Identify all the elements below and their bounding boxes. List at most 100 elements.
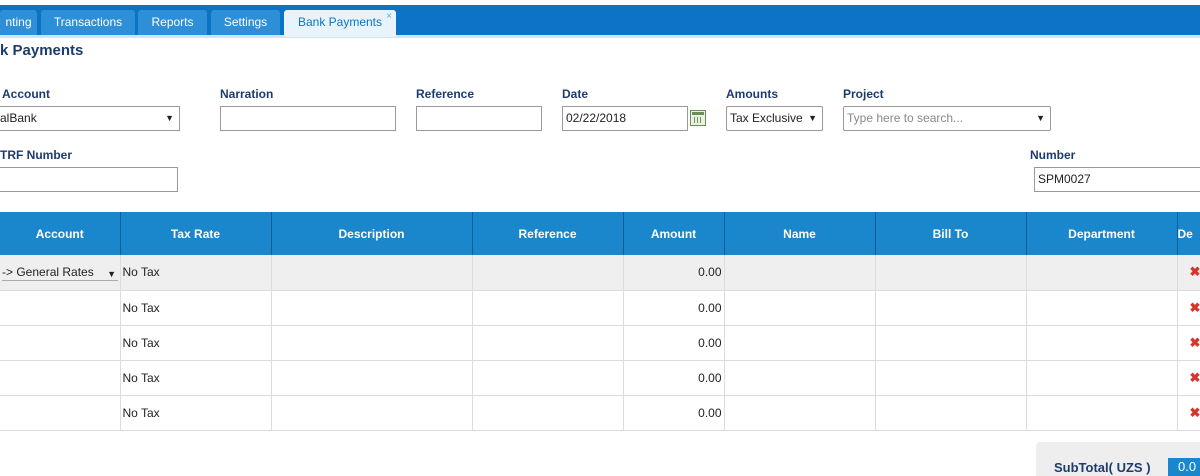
reference-cell[interactable] <box>472 255 624 291</box>
tax-rate-cell[interactable]: No Tax <box>120 290 272 326</box>
project-select[interactable]: Type here to search... ▼ <box>843 106 1051 131</box>
narration-label: Narration <box>220 87 274 101</box>
name-cell[interactable] <box>724 255 876 291</box>
date-field[interactable]: 02/22/2018 <box>562 106 688 131</box>
number-field[interactable]: SPM0027 <box>1034 167 1200 192</box>
amount-cell[interactable]: 0.00 <box>623 325 725 361</box>
department-cell[interactable] <box>1026 325 1178 361</box>
column-header-account[interactable]: Account <box>0 212 121 255</box>
amount-cell[interactable]: 0.00 <box>623 255 725 291</box>
column-header-tax-rate[interactable]: Tax Rate <box>120 212 272 255</box>
amount-cell[interactable]: 0.00 <box>623 395 725 431</box>
column-header-bill-to[interactable]: Bill To <box>875 212 1027 255</box>
description-cell[interactable] <box>271 325 473 361</box>
tab-settings[interactable]: Settings <box>211 10 280 35</box>
trf-number-label: TRF Number <box>0 148 72 162</box>
delete-cell: ✖ <box>1177 325 1200 361</box>
chevron-down-icon: ▼ <box>808 113 817 123</box>
account-cell[interactable] <box>0 395 121 431</box>
tax-rate-cell[interactable]: No Tax <box>120 255 272 291</box>
column-header-delete[interactable]: De <box>1177 212 1200 255</box>
number-label: Number <box>1030 148 1076 162</box>
account-cell[interactable]: -> General Rates ▼ <box>0 255 121 291</box>
tab-bank-payments[interactable]: Bank Payments × <box>284 10 396 37</box>
bill-to-cell[interactable] <box>875 255 1027 291</box>
column-header-reference[interactable]: Reference <box>472 212 624 255</box>
date-value: 02/22/2018 <box>566 111 627 125</box>
reference-cell[interactable] <box>472 290 624 326</box>
reference-input[interactable] <box>420 107 541 130</box>
table-row[interactable]: No Tax 0.00 ✖ <box>0 395 1200 431</box>
reference-label: Reference <box>416 87 475 101</box>
tax-rate-cell[interactable]: No Tax <box>120 395 272 431</box>
bill-to-cell[interactable] <box>875 290 1027 326</box>
description-cell[interactable] <box>271 255 473 291</box>
reference-field[interactable] <box>416 106 542 131</box>
account-select[interactable]: alBank ▼ <box>0 106 180 131</box>
tab-transactions[interactable]: Transactions <box>41 10 135 35</box>
narration-input[interactable] <box>224 107 395 130</box>
column-header-amount[interactable]: Amount <box>623 212 725 255</box>
account-select-value: alBank <box>0 111 37 125</box>
description-cell[interactable] <box>271 360 473 396</box>
reference-cell[interactable] <box>472 360 624 396</box>
description-cell[interactable] <box>271 395 473 431</box>
amount-cell[interactable]: 0.00 <box>623 290 725 326</box>
name-cell[interactable] <box>724 290 876 326</box>
column-header-department[interactable]: Department <box>1026 212 1178 255</box>
calendar-icon[interactable] <box>690 110 706 126</box>
department-cell[interactable] <box>1026 360 1178 396</box>
bill-to-cell[interactable] <box>875 360 1027 396</box>
trf-number-input[interactable] <box>0 168 177 191</box>
project-label: Project <box>843 87 884 101</box>
account-cell[interactable] <box>0 360 121 396</box>
department-cell[interactable] <box>1026 255 1178 291</box>
page-title: k Payments <box>0 42 84 59</box>
name-cell[interactable] <box>724 395 876 431</box>
department-cell[interactable] <box>1026 395 1178 431</box>
chevron-down-icon: ▼ <box>1036 113 1045 123</box>
department-cell[interactable] <box>1026 290 1178 326</box>
tab-bar-underline <box>0 35 1200 38</box>
project-placeholder: Type here to search... <box>847 111 964 125</box>
account-cell-value: -> General Rates <box>2 265 94 280</box>
delete-cell: ✖ <box>1177 255 1200 291</box>
amounts-select[interactable]: Tax Exclusive ▼ <box>726 106 823 131</box>
delete-icon[interactable]: ✖ <box>1190 264 1200 280</box>
amount-cell[interactable]: 0.00 <box>623 360 725 396</box>
tab-close-icon[interactable]: × <box>386 4 392 29</box>
bill-to-cell[interactable] <box>875 325 1027 361</box>
delete-icon[interactable]: ✖ <box>1190 300 1200 316</box>
table-row[interactable]: -> General Rates ▼ No Tax 0.00 ✖ <box>0 255 1200 291</box>
delete-icon[interactable]: ✖ <box>1190 370 1200 386</box>
column-header-description[interactable]: Description <box>271 212 473 255</box>
tax-rate-cell[interactable]: No Tax <box>120 325 272 361</box>
description-cell[interactable] <box>271 290 473 326</box>
subtotal-label: SubTotal( UZS ) <box>1054 460 1151 475</box>
tab-bank-payments-label: Bank Payments <box>297 15 383 29</box>
account-cell[interactable] <box>0 290 121 326</box>
tab-accounting[interactable]: nting <box>0 10 37 35</box>
reference-cell[interactable] <box>472 395 624 431</box>
amounts-label: Amounts <box>726 87 778 101</box>
delete-icon[interactable]: ✖ <box>1190 405 1200 421</box>
chevron-down-icon: ▼ <box>107 269 116 280</box>
bill-to-cell[interactable] <box>875 395 1027 431</box>
account-cell-select[interactable]: -> General Rates ▼ <box>2 263 118 282</box>
trf-number-field[interactable] <box>0 167 178 192</box>
table-row[interactable]: No Tax 0.00 ✖ <box>0 290 1200 326</box>
table-row[interactable]: No Tax 0.00 ✖ <box>0 360 1200 396</box>
amounts-select-value: Tax Exclusive <box>730 111 803 125</box>
reference-cell[interactable] <box>472 325 624 361</box>
name-cell[interactable] <box>724 325 876 361</box>
number-value: SPM0027 <box>1038 172 1091 186</box>
table-row[interactable]: No Tax 0.00 ✖ <box>0 325 1200 361</box>
account-cell[interactable] <box>0 325 121 361</box>
column-header-name[interactable]: Name <box>724 212 876 255</box>
name-cell[interactable] <box>724 360 876 396</box>
delete-cell: ✖ <box>1177 290 1200 326</box>
delete-icon[interactable]: ✖ <box>1190 335 1200 351</box>
narration-field[interactable] <box>220 106 396 131</box>
tab-reports[interactable]: Reports <box>138 10 207 35</box>
tax-rate-cell[interactable]: No Tax <box>120 360 272 396</box>
